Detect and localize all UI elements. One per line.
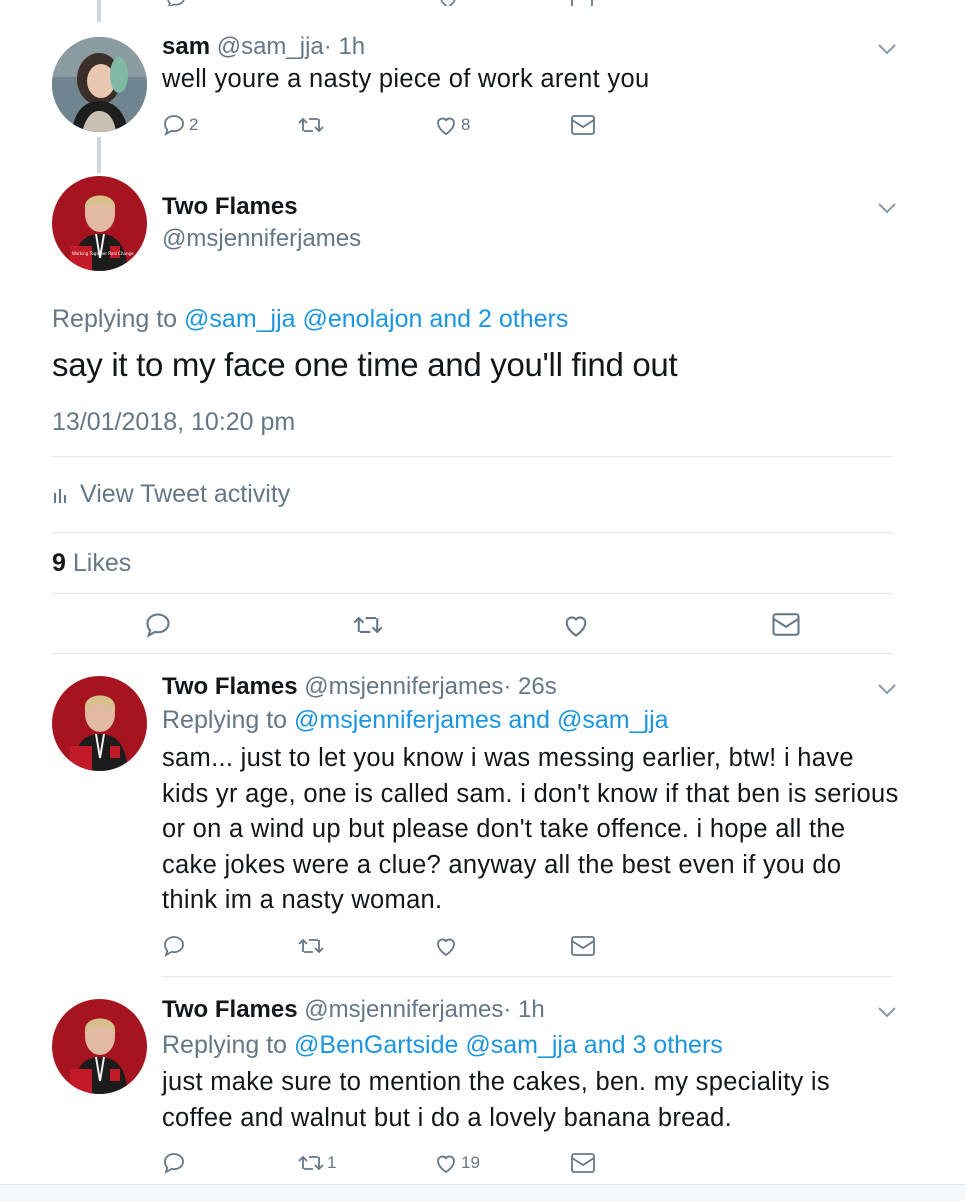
retweet-button[interactable] — [298, 113, 327, 137]
divider — [162, 976, 893, 977]
focused-display-name[interactable]: Two Flames — [162, 193, 298, 221]
display-name[interactable]: Two Flames — [162, 673, 298, 700]
focused-user-handle[interactable]: @msjenniferjames — [162, 225, 361, 253]
heart-icon[interactable] — [562, 611, 590, 639]
view-tweet-activity-label: View Tweet activity — [80, 480, 291, 508]
view-tweet-activity[interactable]: View Tweet activity — [52, 480, 290, 509]
envelope-icon — [571, 936, 595, 956]
focused-tweet-text: say it to my face one time and you'll fi… — [52, 346, 678, 383]
tweet-time[interactable]: · 1h — [503, 996, 544, 1023]
replying-to: Replying to @BenGartside @sam_jja and 3 … — [162, 1031, 723, 1060]
chevron-down-icon[interactable] — [877, 1005, 897, 1019]
retweet-icon[interactable] — [353, 611, 383, 639]
heart-icon — [437, 938, 455, 957]
avatar-two-flames[interactable] — [52, 676, 147, 771]
retweet-icon — [298, 938, 324, 954]
likes-count: 9 — [52, 549, 66, 577]
tweet-header: Two Flames @msjenniferjames· 1h — [162, 996, 545, 1024]
avatar-badge-text: Working Together Real Change — [72, 251, 134, 256]
reply-button[interactable] — [162, 934, 189, 958]
replying-to-links[interactable]: @BenGartside @sam_jja and 3 others — [294, 1031, 723, 1059]
retweet-button[interactable] — [298, 934, 327, 958]
reply-icon — [164, 1153, 184, 1174]
tweet-timestamp[interactable]: 13/01/2018, 10:20 pm — [52, 408, 295, 437]
tweet-text: well youre a nasty piece of work arent y… — [162, 65, 650, 93]
reply-compose-bar[interactable] — [0, 1184, 965, 1201]
divider — [52, 653, 893, 654]
heart-icon — [437, 117, 455, 136]
likes-stat[interactable]: 9 Likes — [52, 549, 131, 578]
envelope-icon — [571, 1153, 595, 1173]
tweet-header: sam @sam_jja· 1h — [162, 33, 365, 61]
bar-chart-icon — [54, 488, 66, 503]
like-button[interactable] — [434, 934, 461, 958]
replying-to-links[interactable]: @msjenniferjames and @sam_jja — [294, 706, 669, 734]
like-button[interactable]: 19 — [434, 1151, 480, 1175]
display-name[interactable]: Two Flames — [162, 996, 298, 1023]
user-handle[interactable]: @sam_jja — [217, 33, 324, 60]
thread-line-middle — [97, 137, 101, 173]
avatar-two-flames[interactable] — [52, 999, 147, 1094]
avatar-sam[interactable] — [52, 37, 147, 132]
like-count: 8 — [461, 115, 471, 134]
likes-label: Likes — [72, 549, 132, 577]
replying-to-label: Replying to — [52, 305, 178, 333]
tweet-time[interactable]: · 1h — [324, 33, 365, 60]
reply-button[interactable]: 2 — [162, 113, 198, 137]
envelope-icon — [571, 115, 595, 135]
chevron-down-icon[interactable] — [877, 682, 897, 696]
direct-message-button[interactable] — [570, 1152, 596, 1174]
direct-message-button[interactable] — [570, 114, 596, 136]
chevron-down-icon[interactable] — [877, 42, 897, 56]
like-count: 19 — [461, 1153, 480, 1172]
retweet-count: 1 — [327, 1153, 337, 1172]
retweet-icon — [298, 117, 324, 133]
previous-tweet-actions-clipped — [0, 0, 965, 6]
envelope-icon[interactable] — [771, 612, 801, 637]
like-button[interactable]: 8 — [434, 113, 470, 137]
retweet-icon — [298, 1155, 324, 1171]
tweet-text: sam... just to let you know i was messin… — [162, 744, 899, 914]
divider — [52, 532, 893, 533]
chevron-down-icon[interactable] — [877, 201, 897, 215]
replying-to: Replying to @sam_jja @enolajon and 2 oth… — [52, 305, 568, 334]
heart-icon — [437, 1155, 455, 1174]
tweet-header: Two Flames @msjenniferjames· 26s — [162, 673, 557, 701]
avatar-two-flames[interactable]: Working Together Real Change — [52, 176, 147, 271]
tweet-text: just make sure to mention the cakes, ben… — [162, 1068, 830, 1132]
reply-count: 2 — [189, 115, 199, 134]
replying-to-label: Replying to — [162, 706, 288, 734]
tweet-time[interactable]: · 26s — [503, 673, 556, 700]
replying-to-links[interactable]: @sam_jja @enolajon and 2 others — [184, 305, 568, 333]
reply-icon — [164, 936, 184, 957]
divider — [52, 593, 893, 594]
divider — [52, 456, 893, 457]
replying-to-label: Replying to — [162, 1031, 288, 1059]
user-handle[interactable]: @msjenniferjames — [304, 673, 503, 700]
display-name[interactable]: sam — [162, 33, 210, 60]
user-handle[interactable]: @msjenniferjames — [304, 996, 503, 1023]
direct-message-button[interactable] — [570, 935, 596, 957]
reply-icon[interactable] — [144, 611, 172, 639]
replying-to: Replying to @msjenniferjames and @sam_jj… — [162, 706, 669, 735]
reply-icon — [164, 115, 184, 136]
reply-button[interactable] — [162, 1151, 189, 1175]
retweet-button[interactable]: 1 — [298, 1151, 336, 1175]
